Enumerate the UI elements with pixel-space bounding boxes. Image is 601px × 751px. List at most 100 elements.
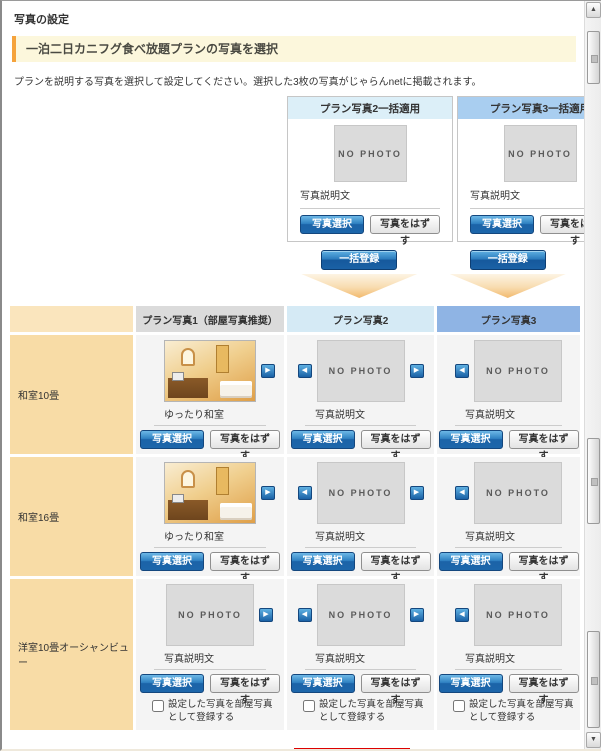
remove-photo-button[interactable]: 写真をはずす [210, 674, 280, 706]
register-as-room-photo-checkbox[interactable] [152, 700, 164, 712]
move-photo-right-button[interactable]: ▶ [261, 364, 275, 378]
bulk-box-photo3-body: NO PHOTO 写真説明文 写真選択 写真をはずす [458, 119, 601, 247]
select-photo-button[interactable]: 写真選択 [140, 430, 204, 449]
divider [305, 547, 416, 548]
photo-caption: 写真説明文 [315, 654, 365, 665]
bulk-apply-arrow-icon [301, 274, 418, 298]
move-photo-left-button[interactable]: ◀ [297, 364, 312, 378]
select-photo-button[interactable]: 写真選択 [290, 674, 355, 693]
no-photo-placeholder: NO PHOTO [316, 462, 405, 524]
scrollbar-thumb[interactable] [587, 631, 600, 728]
bulk-apply-arrow-icon [449, 274, 566, 298]
down-arrow-icon: ▼ [590, 736, 597, 743]
photo-cell-r1c2: ◀ NO PHOTO ▶ 写真説明文 写真選択 写真をはずす [287, 335, 434, 462]
photo-cell-r3c2: ◀ NO PHOTO ▶ 写真説明文 写真選択 写真をはずす 設定した写真を部屋… [287, 579, 434, 730]
no-photo-placeholder: NO PHOTO [474, 462, 562, 524]
photo-caption: 写真説明文 [465, 410, 515, 421]
register-as-room-photo-checkbox[interactable] [303, 700, 315, 712]
register-button-highlight: 写真を登録する [294, 747, 410, 749]
photo-cell-r2c3: ◀ NO PHOTO 写真説明文 写真選択 写真をはずす [437, 457, 580, 584]
divider [455, 669, 562, 670]
move-photo-right-button[interactable]: ▶ [409, 608, 424, 622]
remove-photo-button[interactable]: 写真をはずす [210, 552, 280, 584]
divider [300, 208, 440, 209]
no-photo-placeholder: NO PHOTO [503, 125, 577, 182]
move-photo-left-button[interactable]: ◀ [455, 364, 469, 378]
move-photo-left-button[interactable]: ◀ [297, 608, 312, 622]
right-arrow-icon: ▶ [265, 489, 271, 496]
photo-cell-r3c3: ◀ NO PHOTO 写真説明文 写真選択 写真をはずす 設定した写真を部屋写真… [437, 579, 580, 730]
remove-photo-button[interactable]: 写真をはずす [210, 430, 280, 462]
photo-cell-r1c1: ▶ ゆったり和室 写真選択 写真をはずす [136, 335, 284, 462]
right-arrow-icon: ▶ [413, 367, 420, 374]
select-photo-button[interactable]: 写真選択 [438, 674, 503, 693]
scrollbar-up-button[interactable]: ▲ [586, 2, 601, 18]
move-photo-left-button[interactable]: ◀ [455, 486, 469, 500]
register-as-room-photo-checkbox[interactable] [453, 700, 465, 712]
bulk-register-button-photo2[interactable]: 一括登録 [321, 250, 398, 270]
room-label: 和室10畳 [10, 335, 133, 454]
remove-photo-button[interactable]: 写真をはずす [360, 430, 431, 462]
divider [305, 425, 416, 426]
bulk-box-photo3-header: プラン写真3一括適用 [458, 97, 601, 119]
select-photo-button[interactable]: 写真選択 [140, 674, 204, 693]
scrollbar-thumb[interactable] [587, 31, 600, 84]
bulk-apply-box-photo3: プラン写真3一括適用 NO PHOTO 写真説明文 写真選択 写真をはずす [457, 96, 601, 247]
remove-photo-button[interactable]: 写真をはずす [508, 430, 579, 462]
bulk-apply-box-photo2: プラン写真2一括適用 NO PHOTO 写真説明文 写真選択 写真をはずす [287, 96, 453, 247]
room-photo-thumbnail [164, 340, 256, 402]
vertical-scrollbar[interactable]: ▲ ▼ [584, 1, 601, 749]
move-photo-right-button[interactable]: ▶ [409, 364, 424, 378]
select-photo-button[interactable]: 写真選択 [290, 552, 355, 571]
divider [455, 425, 562, 426]
left-arrow-icon: ◀ [301, 611, 308, 618]
right-arrow-icon: ▶ [263, 611, 269, 618]
left-arrow-icon: ◀ [459, 367, 465, 374]
photo-settings-page: 写真の設定 一泊二日カニフグ食べ放題プランの写真を選択 プランを説明する写真を選… [0, 0, 601, 751]
select-photo-button[interactable]: 写真選択 [300, 215, 364, 234]
bulk-box-photo2-body: NO PHOTO 写真説明文 写真選択 写真をはずす [288, 119, 452, 247]
move-photo-right-button[interactable]: ▶ [261, 486, 275, 500]
select-photo-button[interactable]: 写真選択 [290, 430, 355, 449]
register-as-room-photo-label: 設定した写真を部屋写真として登録する [168, 699, 273, 723]
divider [470, 208, 601, 209]
move-photo-left-button[interactable]: ◀ [297, 486, 312, 500]
photo-cell-r2c1: ▶ ゆったり和室 写真選択 写真をはずす [136, 457, 284, 584]
remove-photo-button[interactable]: 写真をはずす [508, 674, 579, 706]
left-arrow-icon: ◀ [459, 489, 465, 496]
room-label: 洋室10畳オーシャンビュー [10, 579, 133, 730]
move-photo-right-button[interactable]: ▶ [409, 486, 424, 500]
select-photo-button[interactable]: 写真選択 [470, 215, 534, 234]
no-photo-placeholder: NO PHOTO [474, 584, 562, 646]
table-header-photo2: プラン写真2 [287, 306, 434, 332]
plan-section-header: 一泊二日カニフグ食べ放題プランの写真を選択 [12, 36, 576, 62]
remove-photo-button[interactable]: 写真をはずす [508, 552, 579, 584]
table-header-photo3: プラン写真3 [437, 306, 580, 332]
select-photo-button[interactable]: 写真選択 [438, 430, 503, 449]
divider [154, 669, 266, 670]
footer-buttons: 写真を登録しないで一覧へ戻る 写真を登録する [2, 747, 586, 749]
left-arrow-icon: ◀ [459, 611, 465, 618]
scrollbar-down-button[interactable]: ▼ [586, 732, 601, 748]
no-photo-placeholder: NO PHOTO [166, 584, 254, 646]
remove-photo-button[interactable]: 写真をはずす [360, 552, 431, 584]
no-photo-placeholder: NO PHOTO [474, 340, 562, 402]
page-title: 写真の設定 [14, 14, 69, 26]
table-header-room [10, 306, 133, 332]
divider [154, 425, 266, 426]
photo-caption: 写真説明文 [164, 654, 214, 665]
select-photo-button[interactable]: 写真選択 [140, 552, 204, 571]
select-photo-button[interactable]: 写真選択 [438, 552, 503, 571]
right-arrow-icon: ▶ [413, 489, 420, 496]
photo-caption: 写真説明文 [470, 191, 520, 202]
bulk-register-button-photo3[interactable]: 一括登録 [469, 250, 546, 270]
scrollbar-thumb[interactable] [587, 438, 600, 524]
remove-photo-button[interactable]: 写真をはずす [370, 215, 440, 247]
move-photo-left-button[interactable]: ◀ [455, 608, 469, 622]
divider [455, 547, 562, 548]
no-photo-placeholder: NO PHOTO [333, 125, 407, 182]
move-photo-right-button[interactable]: ▶ [259, 608, 273, 622]
no-photo-placeholder: NO PHOTO [316, 584, 405, 646]
remove-photo-button[interactable]: 写真をはずす [360, 674, 431, 706]
divider [305, 669, 416, 670]
